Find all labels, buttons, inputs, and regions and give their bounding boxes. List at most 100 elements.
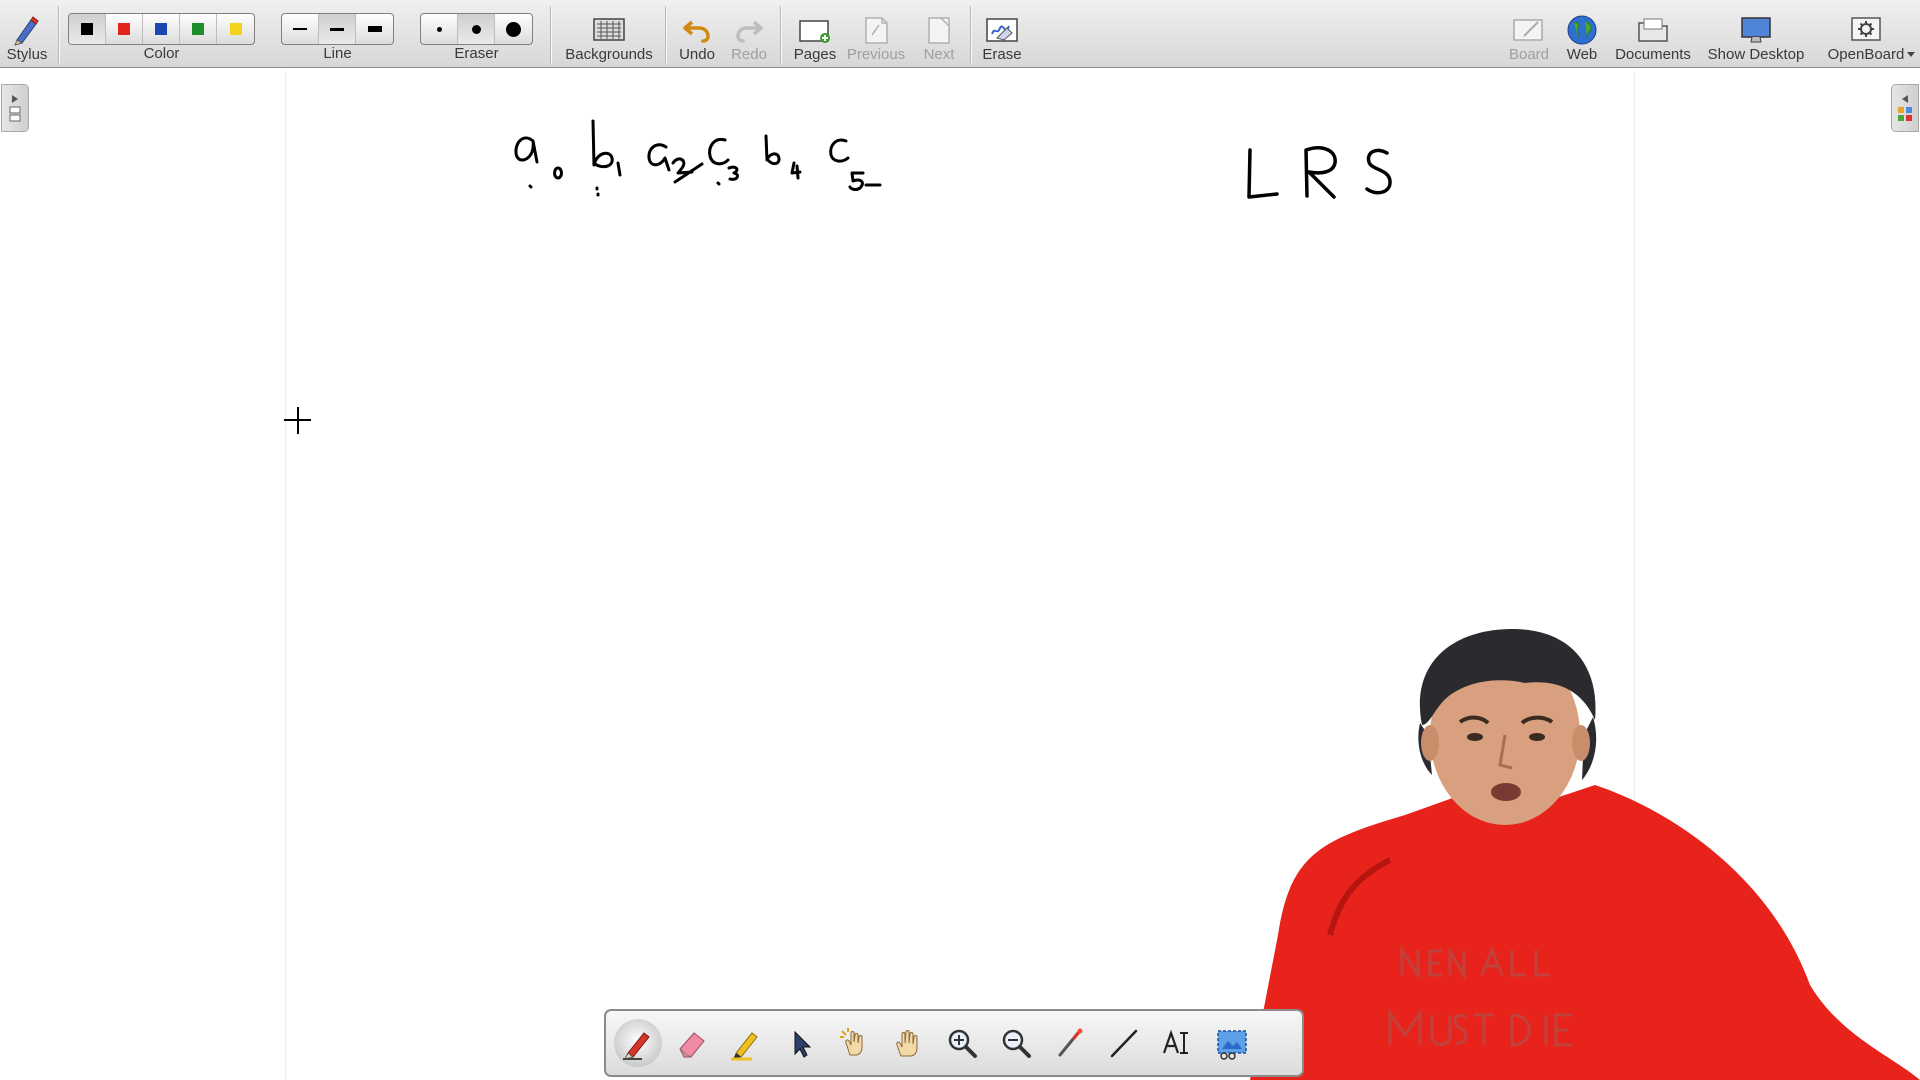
color-green[interactable] (180, 14, 217, 44)
openboard-label: OpenBoard (1827, 46, 1905, 63)
next-page-icon (925, 13, 953, 47)
backgrounds-label: Backgrounds (565, 46, 653, 63)
text-tool-button[interactable] (1154, 1019, 1202, 1067)
highlighter-icon (731, 1032, 758, 1061)
toolbar-separator (780, 6, 781, 64)
laser-pointer-tool-button[interactable] (1046, 1019, 1094, 1067)
color-yellow[interactable] (217, 14, 254, 44)
erase-label: Erase (982, 46, 1022, 63)
documents-button[interactable]: Documents (1610, 0, 1696, 68)
openboard-menu-button[interactable]: OpenBoard (1816, 0, 1916, 68)
stylus-icon (11, 13, 43, 47)
zoom-in-tool-button[interactable] (938, 1019, 986, 1067)
eraser-size-palette (420, 13, 533, 45)
chevron-down-icon (1907, 52, 1915, 57)
pen-tool-button[interactable] (614, 1019, 662, 1067)
eraser-medium[interactable] (458, 14, 495, 44)
backgrounds-button[interactable]: Backgrounds (562, 0, 656, 68)
eraser-large[interactable] (495, 14, 532, 44)
pages-button[interactable]: Pages (787, 0, 843, 68)
capture-tool-button[interactable] (1208, 1019, 1256, 1067)
board-label: Board (1508, 46, 1550, 63)
highlighter-tool-button[interactable] (722, 1019, 770, 1067)
undo-button[interactable]: Undo (672, 0, 722, 68)
next-label: Next (923, 46, 955, 63)
stylus-palette (604, 1009, 1304, 1077)
selector-tool-button[interactable] (776, 1019, 824, 1067)
line-tool-button[interactable] (1100, 1019, 1148, 1067)
previous-label: Previous (846, 46, 906, 63)
color-group-label: Color (143, 45, 180, 62)
web-button[interactable]: Web (1557, 0, 1607, 68)
color-black[interactable] (69, 14, 106, 44)
board-page-left-edge (285, 70, 286, 1080)
webcam-overlay (1250, 625, 1920, 1080)
toolbar-separator (665, 6, 666, 64)
line-thin[interactable] (282, 14, 319, 44)
capture-icon (1217, 1030, 1247, 1060)
laser-pointer-icon (1058, 1028, 1083, 1057)
text-icon (1162, 1029, 1188, 1054)
documents-label: Documents (1615, 46, 1691, 63)
eraser-tool-button[interactable] (668, 1019, 716, 1067)
color-blue[interactable] (143, 14, 180, 44)
eraser-icon (679, 1032, 705, 1058)
show-desktop-label: Show Desktop (1707, 46, 1805, 63)
toolbar-separator (58, 6, 59, 64)
chevron-left-icon (1902, 95, 1908, 103)
undo-icon (682, 13, 712, 47)
stylus-button[interactable]: Stylus (2, 0, 52, 68)
folder-icon (1636, 13, 1670, 47)
add-page-icon (798, 13, 832, 47)
monitor-icon (1739, 13, 1773, 47)
eraser-small[interactable] (421, 14, 458, 44)
globe-icon (1566, 13, 1598, 47)
toolbar-separator (550, 6, 551, 64)
handwriting-line1-text: a0 b1 a2 c3 b4 c5 (520, 205, 528, 206)
hand-icon (896, 1030, 918, 1057)
pages-thumbnail-icon (9, 106, 21, 122)
toolbar-separator (970, 6, 971, 64)
zoom-out-icon (1002, 1029, 1031, 1058)
handwriting-line2-text: L R S (1250, 205, 1253, 206)
redo-label: Redo (731, 46, 767, 63)
handwriting-line2 (1247, 146, 1392, 199)
color-red[interactable] (106, 14, 143, 44)
backgrounds-icon (592, 13, 626, 47)
erase-board-icon (985, 13, 1019, 47)
pen-icon (623, 1032, 650, 1060)
board-icon (1512, 13, 1546, 47)
hand-tool-button[interactable] (884, 1019, 932, 1067)
top-toolbar: Stylus Color Line Eraser Backgrounds Und… (0, 0, 1920, 68)
erase-button[interactable]: Erase (977, 0, 1027, 68)
line-icon (1110, 1029, 1138, 1058)
show-desktop-button[interactable]: Show Desktop (1700, 0, 1812, 68)
previous-button[interactable]: Previous (843, 0, 909, 68)
handwriting-line1 (514, 119, 882, 197)
line-group-label: Line (323, 45, 352, 62)
eraser-group-label: Eraser (454, 45, 499, 62)
previous-page-icon (862, 13, 890, 47)
crosshair-cursor-icon (284, 407, 311, 434)
gear-icon (1849, 13, 1883, 47)
redo-button[interactable]: Redo (724, 0, 774, 68)
chevron-right-icon (12, 95, 18, 103)
line-medium[interactable] (319, 14, 356, 44)
redo-icon (734, 13, 764, 47)
line-thick[interactable] (356, 14, 393, 44)
interact-tool-button[interactable] (830, 1019, 878, 1067)
board-button[interactable]: Board (1504, 0, 1554, 68)
left-palette-toggle[interactable] (1, 84, 29, 132)
color-palette (68, 13, 255, 45)
next-button[interactable]: Next (914, 0, 964, 68)
undo-label: Undo (679, 46, 715, 63)
zoom-out-tool-button[interactable] (992, 1019, 1040, 1067)
web-label: Web (1566, 46, 1598, 63)
right-palette-toggle[interactable] (1891, 84, 1919, 132)
library-icon (1898, 107, 1912, 121)
zoom-in-icon (948, 1029, 977, 1058)
pages-label: Pages (793, 46, 837, 63)
presenter-video (1250, 628, 1920, 1080)
stylus-label: Stylus (6, 46, 48, 63)
selector-icon (794, 1030, 812, 1058)
